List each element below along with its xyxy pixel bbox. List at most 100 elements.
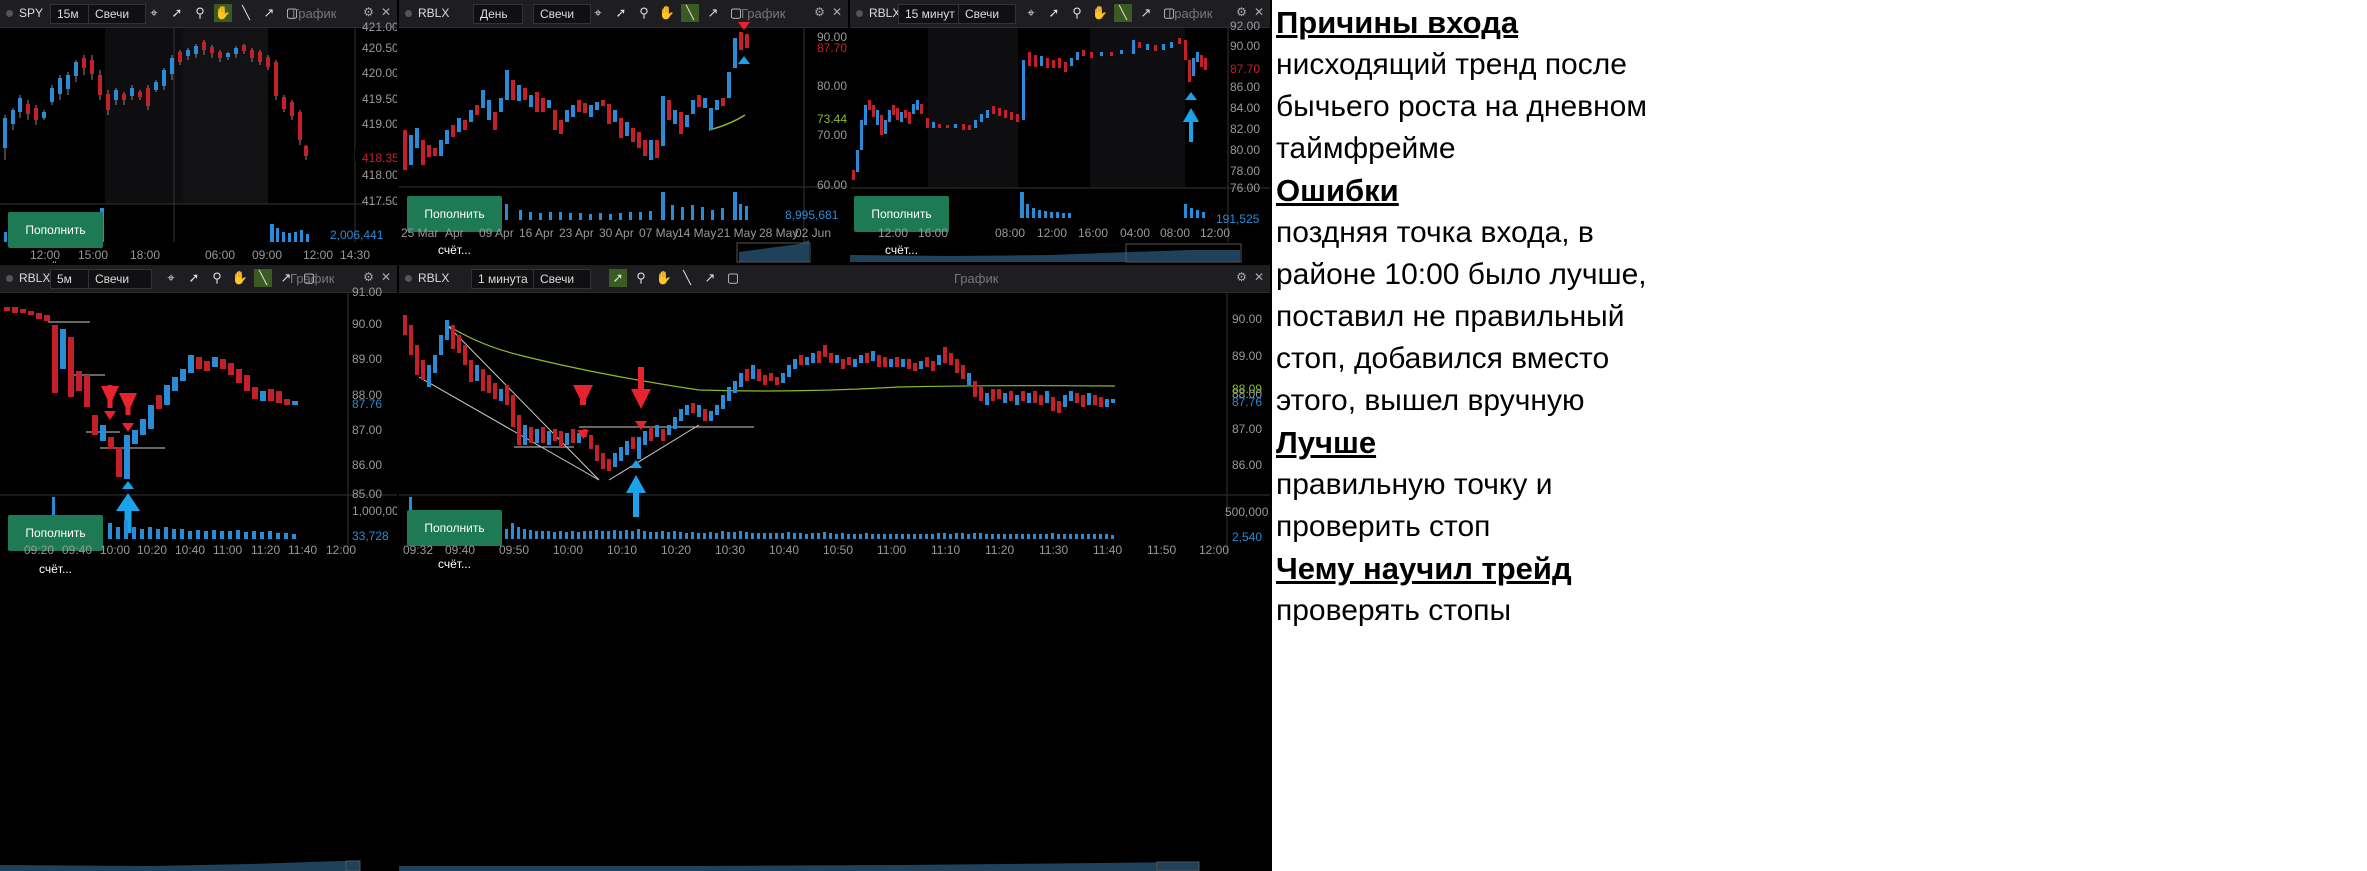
x-tick: 11:50 bbox=[1147, 543, 1177, 557]
daily-candles bbox=[403, 32, 749, 170]
deposit-button[interactable]: Пополнить счёт... bbox=[8, 212, 103, 263]
x-tick: 12:00 bbox=[303, 248, 334, 262]
chart-panel-spy[interactable]: SPY 15м Свечи ⌖ ➚ ⚲ ✋ ╲ ↗ ▢ График ⚙ ✕ 4… bbox=[0, 0, 397, 263]
y-tick: 421.00 bbox=[362, 20, 397, 34]
x-tick: 11:00 bbox=[877, 543, 907, 557]
y-tick: 84.00 bbox=[1230, 101, 1261, 115]
notes-text: проверять стопы bbox=[1276, 594, 1512, 627]
deposit-button[interactable]: Пополнить счёт... bbox=[407, 510, 502, 571]
x-tick: 11:30 bbox=[1039, 543, 1069, 557]
x-tick: 14 May bbox=[677, 226, 717, 240]
y-tick: 92.00 bbox=[1230, 19, 1261, 33]
x-tick: 08:00 bbox=[1160, 226, 1191, 240]
sell-arrow-2 bbox=[119, 393, 137, 413]
volume-label: 191,525 bbox=[1216, 212, 1260, 226]
notes-text: районе 10:00 было лучше, bbox=[1276, 258, 1647, 291]
x-tick: 25 Mar bbox=[401, 226, 439, 240]
sell-arrow-1 bbox=[573, 385, 593, 405]
chart-panel-rblx-5m[interactable]: RBLX 5м Свечи ⌖ ➚ ⚲ ✋ ╲ ↗ ▢ График ⚙ ✕ 91.00 90… bbox=[0, 265, 397, 871]
last-price-label: 87.70 bbox=[1230, 62, 1261, 76]
y-tick: 89.00 bbox=[1232, 349, 1263, 363]
x-tick: 10:30 bbox=[715, 543, 746, 557]
x-tick: 10:50 bbox=[823, 543, 854, 557]
chart-panel-rblx-15m[interactable]: RBLX 15 минут Свечи ⌖ ➚ ⚲ ✋ ╲ ↗ ▢ График ⚙ ✕ 92… bbox=[850, 0, 1270, 263]
x-tick: 09:00 bbox=[252, 248, 283, 262]
sell-arrow-2 bbox=[631, 389, 651, 409]
y-tick: 419.00 bbox=[362, 117, 397, 131]
x-tick: 11:10 bbox=[931, 543, 961, 557]
y-tick: 82.00 bbox=[1230, 122, 1261, 136]
buy-arrow bbox=[626, 475, 646, 493]
buy-arrow bbox=[116, 493, 140, 511]
x-tick: 10:40 bbox=[175, 543, 206, 557]
y-tick: 76.00 bbox=[1230, 181, 1261, 195]
navigator bbox=[0, 861, 360, 871]
notes-heading-better: Лучше bbox=[1276, 425, 1377, 460]
notes-heading-mistakes: Ошибки bbox=[1276, 173, 1399, 208]
x-tick: 11:40 bbox=[288, 543, 318, 557]
1m-candles bbox=[403, 315, 1115, 471]
x-tick: 08:00 bbox=[995, 226, 1026, 240]
x-tick: Apr bbox=[445, 226, 464, 240]
y-tick: 417.50 bbox=[362, 194, 397, 208]
x-tick: 10:10 bbox=[607, 543, 638, 557]
sell-marker-1 bbox=[104, 411, 116, 420]
last-price-label: 87.70 bbox=[817, 41, 848, 55]
y-tick: 87.00 bbox=[1232, 422, 1263, 436]
notes-text: проверить стоп bbox=[1276, 510, 1491, 543]
x-tick: 16:00 bbox=[1078, 226, 1109, 240]
y-tick: 80.00 bbox=[817, 79, 848, 93]
y-tick: 420.50 bbox=[362, 41, 397, 55]
y-tick: 80.00 bbox=[1230, 143, 1261, 157]
notes-text: правильную точку и bbox=[1276, 468, 1553, 501]
ma-value-label: 73.44 bbox=[817, 112, 848, 126]
trendlines bbox=[418, 326, 754, 481]
5m-candles bbox=[4, 307, 298, 479]
trade-notes: Причины входа нисходящий тренд после быч… bbox=[1272, 0, 2367, 871]
x-tick: 02 Jun bbox=[795, 226, 832, 240]
x-tick: 11:00 bbox=[213, 543, 243, 557]
x-tick: 18:00 bbox=[130, 248, 161, 262]
buy-marker bbox=[122, 481, 134, 489]
y-tick: 420.00 bbox=[362, 66, 397, 80]
buy-marker bbox=[1185, 92, 1197, 100]
notes-heading-entry-reasons: Причины входа bbox=[1276, 5, 1519, 40]
x-tick: 10:00 bbox=[100, 543, 131, 557]
y-tick: 91.00 bbox=[352, 285, 383, 299]
x-tick: 12:00 bbox=[1200, 226, 1231, 240]
notes-text: поздняя точка входа, в bbox=[1276, 216, 1594, 249]
volume-label: 33,728 bbox=[352, 529, 389, 543]
x-tick: 15:00 bbox=[78, 248, 109, 262]
y-tick: 90.00 bbox=[1230, 39, 1261, 53]
volume-label: 8,995,681 bbox=[785, 208, 839, 222]
notes-text: этого, вышел вручную bbox=[1276, 384, 1585, 417]
x-tick: 16:00 bbox=[918, 226, 949, 240]
x-tick: 09:32 bbox=[403, 543, 434, 557]
volume-bars bbox=[409, 497, 1114, 539]
y-tick: 418.00 bbox=[362, 168, 397, 182]
x-tick: 07 May bbox=[639, 226, 679, 240]
volume-tick: 1,000,000 bbox=[352, 504, 397, 518]
buy-arrow-head bbox=[1183, 108, 1199, 122]
last-price-label: 87.76 bbox=[1232, 395, 1263, 409]
chart-panel-rblx-1m[interactable]: RBLX 1 минута Свечи ➚ ⚲ ✋ ╲ ↗ ▢ График ⚙ ✕ 90.… bbox=[399, 265, 1270, 871]
y-tick: 86.00 bbox=[1232, 458, 1263, 472]
x-tick: 12:00 bbox=[30, 248, 61, 262]
last-price-label: 87.76 bbox=[352, 397, 383, 411]
x-tick: 12:00 bbox=[1037, 226, 1068, 240]
x-tick: 30 Apr bbox=[599, 226, 634, 240]
y-tick: 70.00 bbox=[817, 128, 848, 142]
x-tick: 06:00 bbox=[205, 248, 236, 262]
sell-arrow-1 bbox=[101, 386, 119, 405]
x-tick: 09 Apr bbox=[479, 226, 514, 240]
notes-text: таймфрейме bbox=[1276, 132, 1456, 165]
y-tick: 90.00 bbox=[1232, 312, 1263, 326]
x-tick: 10:20 bbox=[661, 543, 692, 557]
x-tick: 23 Apr bbox=[559, 226, 594, 240]
x-tick: 14:30 bbox=[340, 248, 371, 262]
x-tick: 12:00 bbox=[326, 543, 357, 557]
chart-panel-rblx-day[interactable]: RBLX День Свечи ⌖ ➚ ⚲ ✋ ╲ ↗ ▢ График ⚙ ✕ 90.00 … bbox=[399, 0, 848, 263]
x-tick: 10:40 bbox=[769, 543, 800, 557]
x-tick: 21 May bbox=[717, 226, 757, 240]
chart-canvas[interactable] bbox=[399, 265, 1270, 871]
